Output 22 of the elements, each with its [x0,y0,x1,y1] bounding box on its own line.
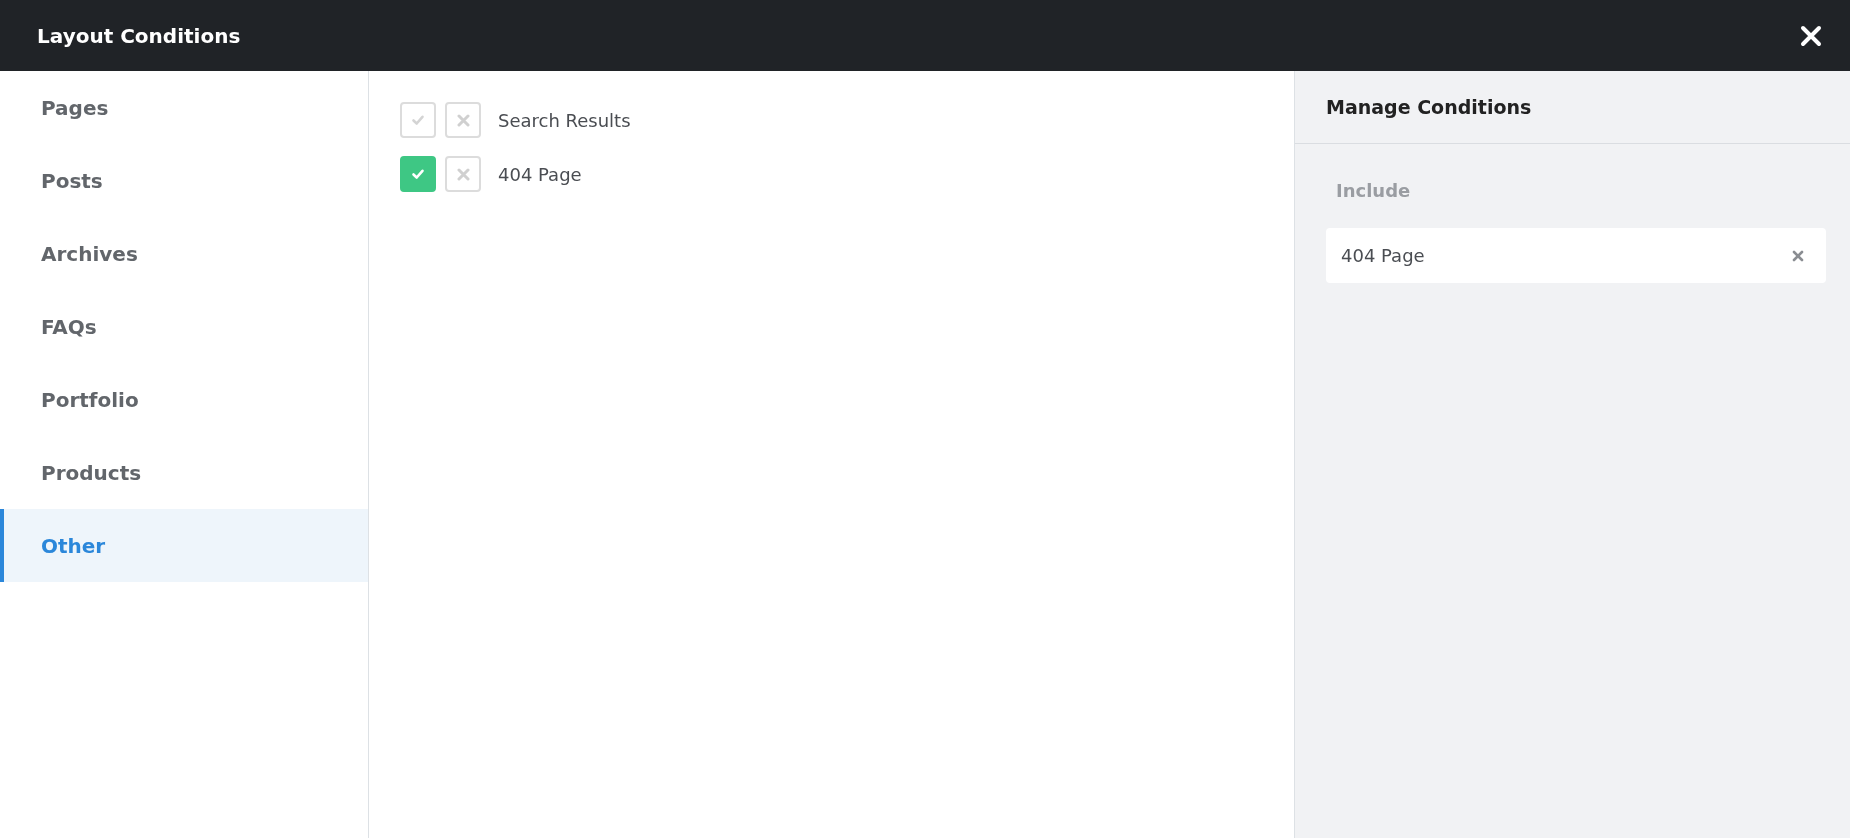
cross-icon [456,113,470,127]
exclude-checkbox[interactable] [445,156,481,192]
sidebar-item[interactable]: Other [0,509,368,582]
sidebar-item[interactable]: Posts [0,144,368,217]
cross-icon [456,167,470,181]
sidebar-item[interactable]: Portfolio [0,363,368,436]
sidebar-item[interactable]: Products [0,436,368,509]
condition-label: Search Results [498,109,631,131]
check-icon [411,113,425,127]
exclude-checkbox[interactable] [445,102,481,138]
remove-icon[interactable] [1792,249,1804,262]
sidebar-item[interactable]: FAQs [0,290,368,363]
panel-title: Manage Conditions [1326,96,1532,118]
sidebar-item[interactable]: Archives [0,217,368,290]
sidebar-item[interactable]: Pages [0,71,368,144]
condition-name: 404 Page [1341,245,1425,266]
include-checkbox[interactable] [400,102,436,138]
include-checkbox[interactable] [400,156,436,192]
window-title: Layout Conditions [37,23,241,48]
condition-label: 404 Page [498,163,582,185]
section-label: Include [1335,179,1412,203]
check-icon [411,167,425,181]
